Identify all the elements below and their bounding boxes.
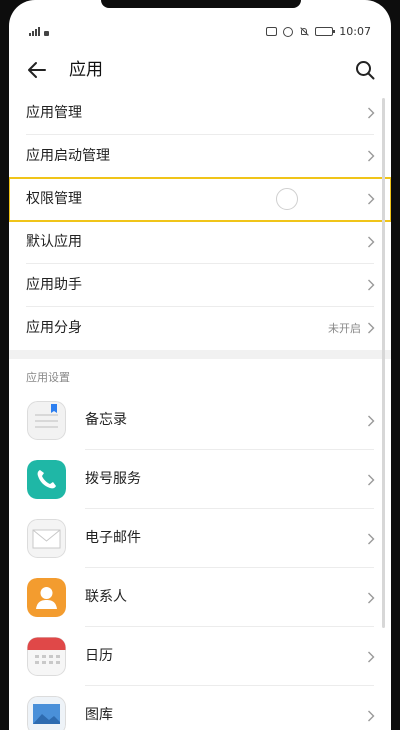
section-label: 应用设置 xyxy=(26,371,70,384)
menu-item-default-apps[interactable]: 默认应用 xyxy=(9,221,391,264)
phone-screen: 10:07 应用 应用管理 应用启动管理 权限管理 默认应用 应用助手 应用分身… xyxy=(9,0,391,730)
chevron-right-icon xyxy=(368,474,375,486)
mute-icon xyxy=(299,27,309,37)
status-right: 10:07 xyxy=(266,25,371,38)
menu-item-label: 应用启动管理 xyxy=(26,148,110,164)
chevron-right-icon xyxy=(368,193,375,205)
menu-item-app-management[interactable]: 应用管理 xyxy=(9,92,391,135)
notch xyxy=(101,0,301,8)
menu-item-app-assistant[interactable]: 应用助手 xyxy=(9,264,391,307)
app-name: 日历 xyxy=(85,648,113,664)
menu-item-label: 应用管理 xyxy=(26,105,82,121)
chevron-right-icon xyxy=(368,415,375,427)
scrollbar[interactable] xyxy=(382,98,385,628)
menu-item-permissions[interactable]: 权限管理 xyxy=(9,177,391,222)
email-icon xyxy=(27,519,66,558)
menu-item-app-twin[interactable]: 应用分身 未开启 xyxy=(9,307,391,350)
signal-icon xyxy=(29,26,40,36)
contacts-icon xyxy=(27,578,66,617)
gallery-icon xyxy=(27,696,66,730)
header: 应用 xyxy=(9,50,391,90)
touch-indicator xyxy=(276,188,298,210)
menu-item-label: 权限管理 xyxy=(26,191,82,207)
status-bar: 10:07 xyxy=(9,22,391,42)
search-icon[interactable] xyxy=(353,58,377,82)
chevron-right-icon xyxy=(368,710,375,722)
chevron-right-icon xyxy=(368,651,375,663)
chevron-right-icon xyxy=(368,236,375,248)
menu-item-label: 应用分身 xyxy=(26,320,82,336)
status-time: 10:07 xyxy=(339,25,371,38)
app-name: 图库 xyxy=(85,707,113,723)
status-left xyxy=(29,26,49,36)
chevron-right-icon xyxy=(368,592,375,604)
app-name: 备忘录 xyxy=(85,412,127,428)
app-twin-status: 未开启 xyxy=(328,322,361,335)
page-title: 应用 xyxy=(69,60,103,80)
app-item-calendar[interactable]: 日历 xyxy=(9,627,391,686)
notes-icon xyxy=(27,401,66,440)
app-name: 联系人 xyxy=(85,589,127,605)
section-gap xyxy=(9,350,391,359)
sim-icon xyxy=(44,31,49,36)
menu-item-app-launch[interactable]: 应用启动管理 xyxy=(9,135,391,178)
chevron-right-icon xyxy=(368,533,375,545)
chevron-right-icon xyxy=(368,150,375,162)
chevron-right-icon xyxy=(368,279,375,291)
app-item-notes[interactable]: 备忘录 xyxy=(9,391,391,450)
settings-list: 应用管理 应用启动管理 权限管理 默认应用 应用助手 应用分身 未开启 应用设置… xyxy=(9,92,391,730)
battery-icon xyxy=(315,27,336,36)
app-item-gallery[interactable]: 图库 xyxy=(9,686,391,730)
menu-item-label: 默认应用 xyxy=(26,234,82,250)
app-item-dialer[interactable]: 拨号服务 xyxy=(9,450,391,509)
calendar-icon xyxy=(27,637,66,676)
menu-item-label: 应用助手 xyxy=(26,277,82,293)
chevron-right-icon xyxy=(368,107,375,119)
app-item-email[interactable]: 电子邮件 xyxy=(9,509,391,568)
app-name: 电子邮件 xyxy=(85,530,141,546)
phone-icon xyxy=(27,460,66,499)
back-arrow-icon[interactable] xyxy=(25,58,49,82)
app-item-contacts[interactable]: 联系人 xyxy=(9,568,391,627)
alarm-icon xyxy=(283,26,294,37)
app-name: 拨号服务 xyxy=(85,471,141,487)
nfc-icon xyxy=(266,27,278,36)
chevron-right-icon xyxy=(368,322,375,334)
